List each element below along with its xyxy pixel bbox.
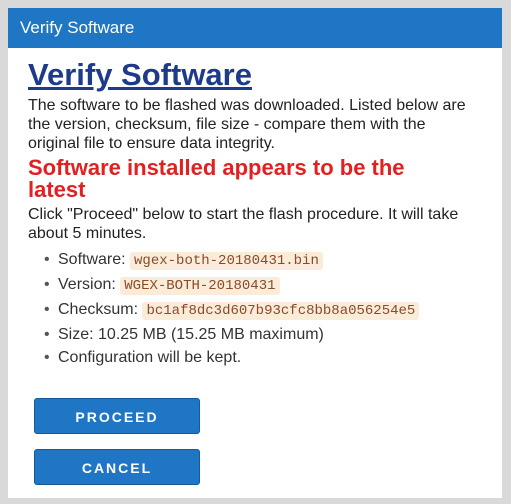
version-value: WGEX-BOTH-20180431 xyxy=(120,277,280,295)
dialog-content: Verify Software The software to be flash… xyxy=(28,48,502,370)
software-value: wgex-both-20180431.bin xyxy=(130,252,323,270)
version-label: Version: xyxy=(58,276,121,293)
detail-size: Size: 10.25 MB (15.25 MB maximum) xyxy=(28,324,502,345)
verify-dialog: Verify Software Verify Software The soft… xyxy=(8,8,502,498)
detail-software: Software: wgex-both-20180431.bin xyxy=(28,249,502,272)
checksum-value: bc1af8dc3d607b93cfc8bb8a056254e5 xyxy=(142,302,420,320)
cancel-button[interactable]: CANCEL xyxy=(34,449,200,485)
detail-configuration: Configuration will be kept. xyxy=(28,347,502,368)
proceed-button[interactable]: PROCEED xyxy=(34,398,200,434)
configuration-text: Configuration will be kept. xyxy=(58,349,242,366)
intro-text: The software to be flashed was downloade… xyxy=(28,97,466,152)
software-label: Software: xyxy=(58,251,131,268)
detail-version: Version: WGEX-BOTH-20180431 xyxy=(28,274,502,297)
detail-checksum: Checksum: bc1af8dc3d607b93cfc8bb8a056254… xyxy=(28,299,502,322)
page-title: Verify Software xyxy=(28,57,252,92)
dialog-title-bar: Verify Software xyxy=(8,8,502,48)
instructions-text: Click "Proceed" below to start the flash… xyxy=(28,206,459,242)
size-text: Size: 10.25 MB (15.25 MB maximum) xyxy=(58,326,324,343)
status-message: Software installed appears to be the lat… xyxy=(28,155,405,202)
details-list: Software: wgex-both-20180431.bin Version… xyxy=(28,249,502,368)
checksum-label: Checksum: xyxy=(58,301,143,318)
